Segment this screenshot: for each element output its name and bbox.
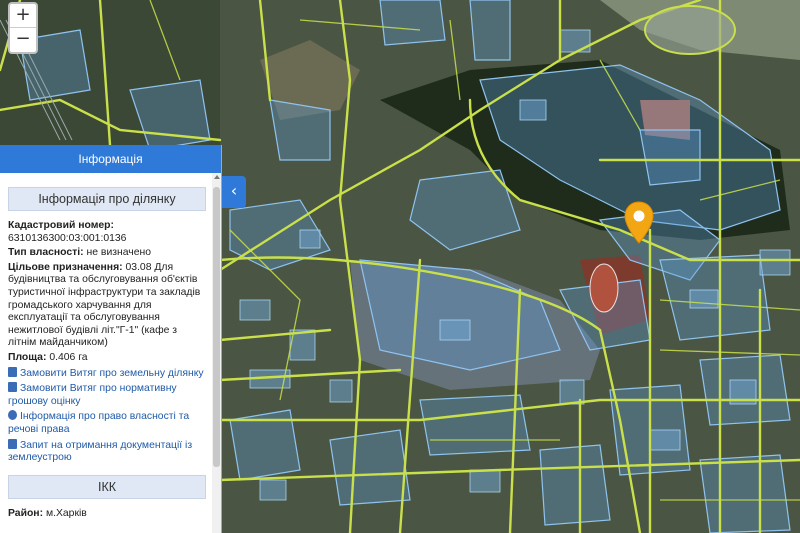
order-valuation-extract-label: Замовити Витяг про нормативну грошову оц… <box>8 383 177 407</box>
order-land-extract-link[interactable]: Замовити Витяг про земельну ділянку <box>8 366 206 381</box>
panel-content: Інформація про ділянку Кадастровий номер… <box>0 173 212 533</box>
area-value: 0.406 га <box>49 351 88 363</box>
purpose: Цільове призначення: 03.08 Для будівницт… <box>8 262 206 350</box>
order-land-extract-label: Замовити Витяг про земельну ділянку <box>20 367 204 379</box>
cadastral-value: 6310136300:03:001:0136 <box>8 232 127 244</box>
ownership-rights-label: Інформація про право власності та речові… <box>8 411 190 435</box>
zoom-in-button[interactable]: + <box>10 4 36 28</box>
purpose-value: 03.08 Для будівництва та обслуговування … <box>8 261 201 349</box>
location-pin-icon[interactable] <box>623 201 655 245</box>
document-icon <box>8 438 17 449</box>
document-icon <box>8 366 17 377</box>
cadastral-label: Кадастровий номер: <box>8 220 114 231</box>
purpose-label: Цільове призначення: <box>8 261 123 273</box>
ownership-value: не визначено <box>86 247 152 259</box>
ikk-section-title[interactable]: ІКК <box>8 474 206 499</box>
district-value: м.Харків <box>45 507 87 519</box>
zoom-out-button[interactable]: − <box>10 28 36 52</box>
district-label: Район: <box>8 507 44 519</box>
info-icon <box>8 410 17 421</box>
ownership-label: Тип власності: <box>8 247 84 259</box>
area: Площа: 0.406 га <box>8 352 206 365</box>
scroll-thumb[interactable] <box>213 187 220 467</box>
panel-scrollbar[interactable] <box>212 173 221 533</box>
panel-header: Інформація <box>0 145 221 173</box>
info-panel: Інформація Інформація про ділянку Кадаст… <box>0 145 222 533</box>
documentation-request-label: Запит на отримання документації із земле… <box>8 439 193 464</box>
ownership-rights-link[interactable]: Інформація про право власності та речові… <box>8 410 206 436</box>
cadastral-number: Кадастровий номер: 6310136300:03:001:013… <box>8 220 206 245</box>
zoom-control: + − <box>8 2 38 54</box>
parcel-details: Кадастровий номер: 6310136300:03:001:013… <box>8 220 206 465</box>
ikk-details: Район: м.Харків <box>8 508 206 521</box>
area-label: Площа: <box>8 351 47 363</box>
collapse-panel-button[interactable]: ‹ <box>222 176 246 208</box>
order-valuation-extract-link[interactable]: Замовити Витяг про нормативну грошову оц… <box>8 382 206 408</box>
ownership-type: Тип власності: не визначено <box>8 247 206 260</box>
parcel-section-title[interactable]: Інформація про ділянку <box>8 187 206 211</box>
document-icon <box>8 382 17 393</box>
scroll-up-arrow-icon[interactable] <box>214 175 220 179</box>
district: Район: м.Харків <box>8 508 206 521</box>
documentation-request-link[interactable]: Запит на отримання документації із земле… <box>8 438 206 465</box>
